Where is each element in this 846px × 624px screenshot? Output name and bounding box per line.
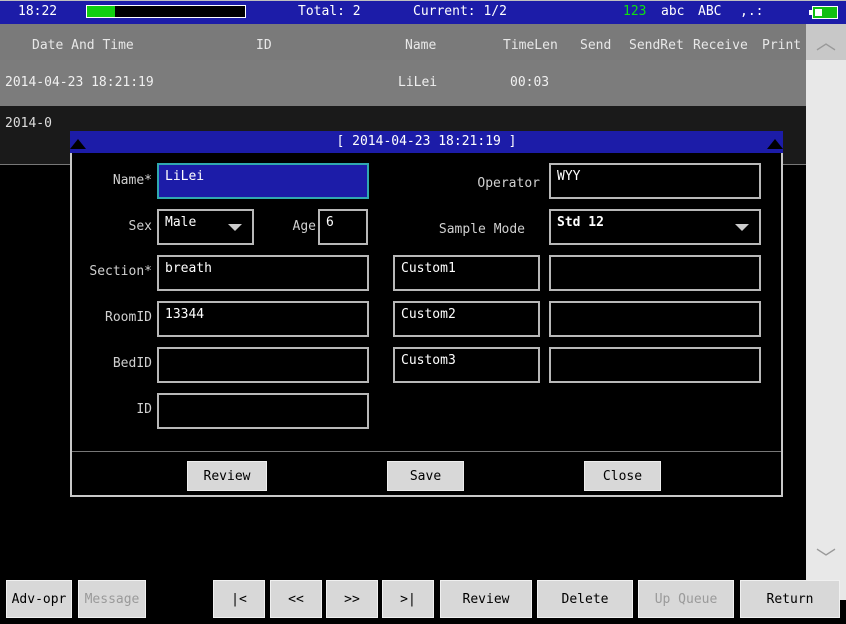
sex-select[interactable]: Male bbox=[157, 209, 254, 245]
col-id[interactable]: ID bbox=[256, 38, 272, 53]
col-receive[interactable]: Receive bbox=[693, 38, 748, 53]
sex-value: Male bbox=[165, 215, 197, 230]
bedid-label: BedID bbox=[112, 356, 152, 371]
progress-fill bbox=[87, 6, 116, 17]
save-button[interactable]: Save bbox=[387, 461, 464, 491]
col-send[interactable]: Send bbox=[580, 38, 611, 53]
custom2-value-field[interactable] bbox=[549, 301, 761, 337]
table-header: Date And Time ID Name TimeLen Send SendR… bbox=[0, 24, 806, 60]
ime-numeric[interactable]: 123 bbox=[623, 4, 646, 19]
custom1-name-field[interactable]: Custom1 bbox=[393, 255, 540, 291]
storage-progress-bar bbox=[86, 5, 246, 18]
ime-uppercase[interactable]: ABC bbox=[698, 4, 721, 19]
message-button[interactable]: Message bbox=[78, 580, 146, 618]
chevron-down-icon bbox=[228, 224, 242, 231]
scrollbar[interactable] bbox=[806, 24, 846, 600]
chevron-down-icon bbox=[735, 224, 749, 231]
section-field[interactable]: breath bbox=[157, 255, 369, 291]
sample-mode-label: Sample Mode bbox=[438, 222, 525, 237]
sex-label: Sex bbox=[128, 219, 152, 234]
id-field[interactable] bbox=[157, 393, 369, 429]
delete-button[interactable]: Delete bbox=[537, 580, 633, 618]
last-button[interactable]: >| bbox=[382, 580, 434, 618]
age-field[interactable]: 6 bbox=[318, 209, 368, 245]
cell-datetime: 2014-0 bbox=[5, 116, 52, 131]
prev-button[interactable]: << bbox=[270, 580, 322, 618]
operator-field[interactable]: WYY bbox=[549, 163, 761, 199]
age-label: Age bbox=[292, 219, 316, 234]
col-timelen[interactable]: TimeLen bbox=[503, 38, 558, 53]
first-button[interactable]: |< bbox=[213, 580, 265, 618]
col-sendret[interactable]: SendRet bbox=[629, 38, 684, 53]
cell-timelen: 00:03 bbox=[510, 75, 550, 90]
review-button[interactable]: Review bbox=[187, 461, 267, 491]
up-queue-button[interactable]: Up Queue bbox=[638, 580, 734, 618]
id-label: ID bbox=[136, 402, 152, 417]
sample-mode-select[interactable]: Std 12 bbox=[549, 209, 761, 245]
toolbar-review-button[interactable]: Review bbox=[440, 580, 532, 618]
cell-name: LiLei bbox=[398, 75, 438, 90]
clock: 18:22 bbox=[18, 4, 58, 19]
return-button[interactable]: Return bbox=[740, 580, 840, 618]
dialog-title: [ 2014-04-23 18:21:19 ] bbox=[70, 131, 783, 153]
ime-punctuation[interactable]: ,.: bbox=[740, 4, 763, 19]
dialog-divider bbox=[72, 451, 781, 452]
custom2-name-field[interactable]: Custom2 bbox=[393, 301, 540, 337]
battery-icon bbox=[809, 6, 838, 19]
custom1-value-field[interactable] bbox=[549, 255, 761, 291]
roomid-field[interactable]: 13344 bbox=[157, 301, 369, 337]
close-button[interactable]: Close bbox=[584, 461, 661, 491]
cell-datetime: 2014-04-23 18:21:19 bbox=[5, 75, 154, 90]
custom3-name-field[interactable]: Custom3 bbox=[393, 347, 540, 383]
col-datetime[interactable]: Date And Time bbox=[32, 38, 134, 53]
adv-opr-button[interactable]: Adv-opr bbox=[6, 580, 72, 618]
bedid-field[interactable] bbox=[157, 347, 369, 383]
next-button[interactable]: >> bbox=[326, 580, 378, 618]
current-index: Current: 1/2 bbox=[413, 4, 507, 19]
scroll-down-icon[interactable]: ﹀ bbox=[806, 540, 846, 576]
sample-mode-value: Std 12 bbox=[557, 215, 604, 230]
section-label: Section* bbox=[89, 264, 152, 279]
name-label: Name* bbox=[112, 173, 152, 188]
table-row[interactable]: 2014-04-23 18:21:19 LiLei 00:03 bbox=[0, 60, 806, 106]
custom3-value-field[interactable] bbox=[549, 347, 761, 383]
operator-label: Operator bbox=[477, 176, 540, 191]
scroll-up-icon[interactable]: ︿ bbox=[806, 24, 846, 60]
col-print[interactable]: Print bbox=[762, 38, 801, 53]
name-field[interactable]: LiLei bbox=[157, 163, 369, 199]
roomid-label: RoomID bbox=[105, 310, 152, 325]
ime-lowercase[interactable]: abc bbox=[661, 4, 684, 19]
col-name[interactable]: Name bbox=[405, 38, 436, 53]
total-count: Total: 2 bbox=[298, 4, 361, 19]
